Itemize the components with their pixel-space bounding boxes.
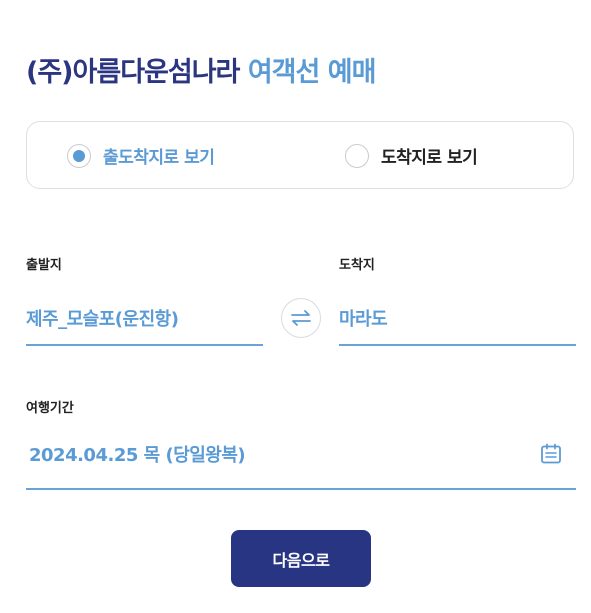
period-underline [26,488,576,490]
arrival-underline [339,344,576,346]
departure-label: 출발지 [26,258,62,273]
arrival-label: 도착지 [339,258,375,273]
departure-field[interactable]: 제주_모슬포(운진항) [26,305,179,331]
radio-unselected[interactable] [345,143,369,168]
next-button[interactable]: 다음으로 [231,530,371,587]
view-option-label: 도착지로 보기 [381,148,478,168]
departure-underline [26,344,263,346]
period-label: 여행기간 [26,401,74,416]
swap-arrows-icon [291,310,311,326]
service-name: 여객선 예매 [247,57,377,88]
view-option-departure-arrival[interactable]: 출도착지로 보기 [67,143,215,168]
swap-button[interactable] [281,298,321,338]
view-mode-toggle: 출도착지로 보기 도착지로 보기 [26,121,574,189]
company-name: (주)아름다운섬나라 [26,57,240,88]
period-field[interactable]: 2024.04.25 목 (당일왕복) [29,441,246,467]
view-option-label: 출도착지로 보기 [103,148,215,168]
arrival-field[interactable]: 마라도 [339,305,388,331]
view-option-arrival[interactable]: 도착지로 보기 [345,143,478,168]
radio-selected[interactable] [67,143,91,168]
calendar-icon[interactable] [539,442,563,466]
page-title: (주)아름다운섬나라 여객선 예매 [26,50,377,89]
